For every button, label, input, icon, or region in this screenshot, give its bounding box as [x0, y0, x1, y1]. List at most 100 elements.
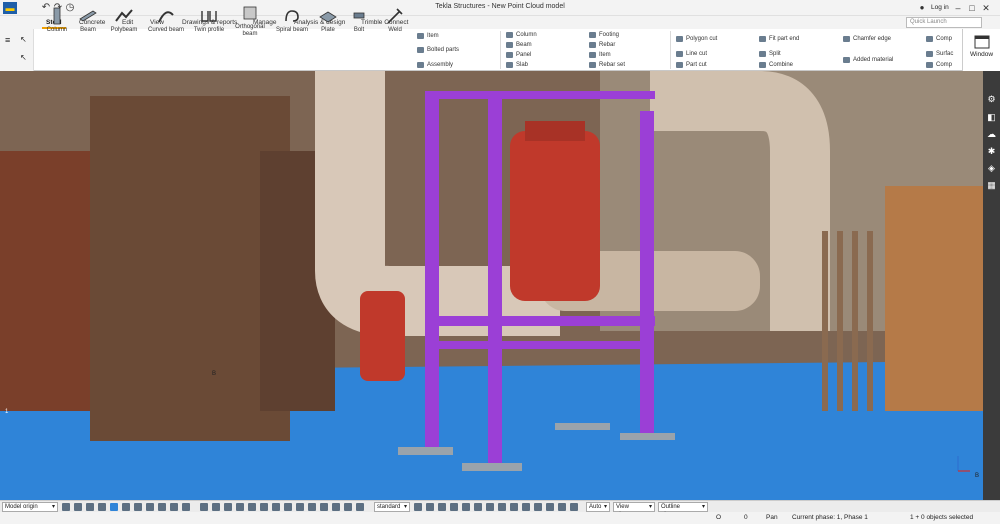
snap-icon[interactable] [308, 503, 316, 511]
column-button[interactable]: Column [42, 0, 72, 42]
settings-icon[interactable]: ✱ [985, 145, 998, 158]
ribbon-separator [670, 31, 671, 69]
weld-button[interactable]: Weld [382, 0, 408, 42]
red-pump [510, 131, 600, 301]
toolbar-icon[interactable] [158, 503, 166, 511]
concrete-beam-button[interactable]: Beam [505, 40, 532, 50]
twin-profile-button[interactable]: Twin profile [190, 0, 228, 42]
plate-button[interactable]: Plate [314, 0, 342, 42]
outline-planes-select[interactable]: Outline planes [658, 502, 708, 518]
assembly-button[interactable]: Assembly [416, 60, 453, 70]
toolbar-icon[interactable] [62, 503, 70, 511]
snap-icon[interactable] [498, 503, 506, 511]
applications-icon[interactable]: ▦ [985, 179, 998, 192]
snap-icon[interactable] [224, 503, 232, 511]
quick-launch-input[interactable]: Quick Launch [906, 17, 982, 28]
snap-icon[interactable] [200, 503, 208, 511]
chamfer-edge-button[interactable]: Chamfer edge [842, 34, 891, 44]
snap-icon[interactable] [486, 503, 494, 511]
toolbar-icon[interactable] [146, 503, 154, 511]
column-icon [53, 7, 61, 25]
snap-icon[interactable] [426, 503, 434, 511]
snap-icon[interactable] [534, 503, 542, 511]
toolbar-icon[interactable] [110, 503, 118, 511]
select-arrow-2-icon[interactable]: ↖ [20, 53, 27, 62]
point-cloud-scene [0, 71, 983, 500]
part-cut-button[interactable]: Part cut [675, 60, 707, 70]
bolt-button[interactable]: Bolt [346, 0, 372, 42]
rebar-set-button[interactable]: Rebar set [588, 60, 625, 70]
toolbar-icon[interactable] [122, 503, 130, 511]
panel-button[interactable]: Panel [505, 50, 531, 60]
beam-button[interactable]: Beam [74, 0, 102, 42]
snap-icon[interactable] [570, 503, 578, 511]
origin-select[interactable]: Model origin [2, 502, 58, 512]
snap-icon[interactable] [558, 503, 566, 511]
snap-icon[interactable] [462, 503, 470, 511]
concrete-column-button[interactable]: Column [505, 30, 537, 40]
toolbar-icon[interactable] [86, 503, 94, 511]
snap-icon[interactable] [414, 503, 422, 511]
snap-icon[interactable] [284, 503, 292, 511]
pan-indicator: Pan [766, 514, 778, 521]
catalog-icon[interactable]: ◈ [985, 162, 998, 175]
toolbar-icon[interactable] [170, 503, 178, 511]
polygon-cut-button[interactable]: Polygon cut [675, 34, 717, 44]
snap-icon[interactable] [546, 503, 554, 511]
rebar-item-button[interactable]: Item [588, 50, 611, 60]
snap-icon[interactable] [510, 503, 518, 511]
status-toolbar: Model origin standard [0, 500, 1000, 518]
footing-button[interactable]: Footing [588, 30, 619, 40]
snap-icon[interactable] [236, 503, 244, 511]
line-cut-button[interactable]: Line cut [675, 49, 707, 59]
snap-icon[interactable] [332, 503, 340, 511]
rebar-button[interactable]: Rebar [588, 40, 615, 50]
select-arrow-icon[interactable]: ↖ [20, 35, 27, 44]
zero-indicator: 0 [744, 514, 748, 521]
user-icon[interactable]: ● [916, 2, 928, 14]
properties-icon[interactable]: ⚙ [985, 93, 998, 106]
toolbar-icon[interactable] [98, 503, 106, 511]
close-button[interactable]: ✕ [972, 0, 1000, 16]
added-material-button[interactable]: Added material [842, 55, 893, 65]
snap-icon[interactable] [320, 503, 328, 511]
spiral-beam-button[interactable]: Spiral beam [274, 0, 310, 42]
toolbar-icon[interactable] [182, 503, 190, 511]
component-button[interactable]: Comp [925, 34, 952, 44]
split-button[interactable]: Split [758, 49, 781, 59]
spiral-beam-icon [285, 10, 299, 22]
snap-icon[interactable] [522, 503, 530, 511]
fit-part-end-button[interactable]: Fit part end [758, 34, 799, 44]
window-button[interactable]: Window [962, 29, 1000, 71]
toolbar-icon[interactable] [134, 503, 142, 511]
point-cloud-icon[interactable]: ☁ [985, 128, 998, 141]
combine-button[interactable]: Combine [758, 60, 793, 70]
snap-icon[interactable] [248, 503, 256, 511]
slab-button[interactable]: Slab [505, 60, 528, 70]
snap-icon[interactable] [272, 503, 280, 511]
snap-mode-select[interactable]: standard [374, 502, 410, 512]
axis-label: B [975, 473, 980, 479]
component-2-button[interactable]: Comp [925, 60, 952, 70]
view-plane-select[interactable]: View plane [613, 502, 655, 518]
item-button[interactable]: Item [416, 31, 439, 41]
selection-count: 1 + 0 objects selected [910, 514, 974, 521]
views-icon[interactable]: ◧ [985, 111, 998, 124]
auto-select[interactable]: Auto [586, 502, 610, 512]
snap-icon[interactable] [438, 503, 446, 511]
snap-icon[interactable] [344, 503, 352, 511]
polybeam-button[interactable]: Polybeam [108, 0, 140, 42]
orthogonal-beam-button[interactable]: Orthogonal beam [231, 0, 269, 42]
model-viewport[interactable]: B 1 B [0, 71, 983, 500]
snap-icon[interactable] [474, 503, 482, 511]
snap-icon[interactable] [296, 503, 304, 511]
snap-icon[interactable] [450, 503, 458, 511]
bolted-parts-button[interactable]: Bolted parts [416, 45, 459, 55]
snap-icon[interactable] [212, 503, 220, 511]
snap-icon[interactable] [260, 503, 268, 511]
menu-icon[interactable]: ≡ [5, 35, 10, 45]
surface-button[interactable]: Surfac [925, 49, 953, 59]
toolbar-icon[interactable] [74, 503, 82, 511]
curved-beam-button[interactable]: Curved beam [146, 0, 186, 42]
snap-icon[interactable] [356, 503, 364, 511]
